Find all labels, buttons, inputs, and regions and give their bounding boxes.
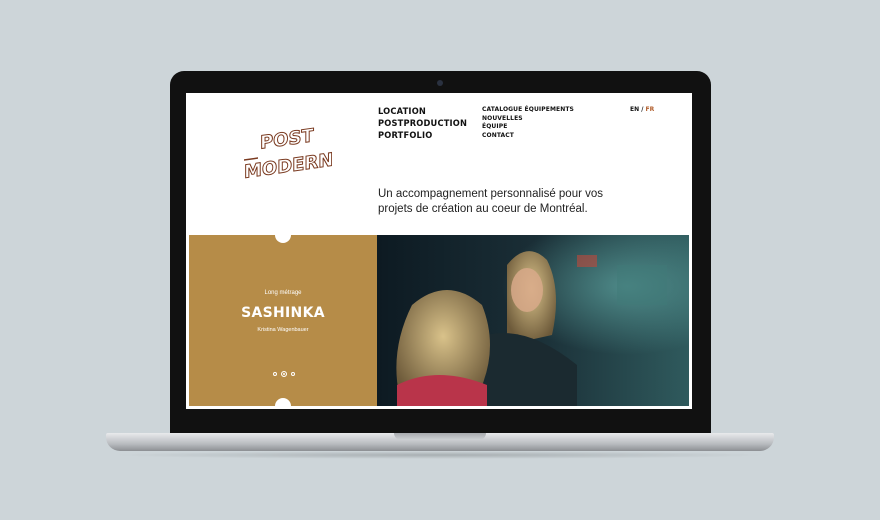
slider-pagination [273,371,295,377]
webcam [437,80,443,86]
logo-text-post: POST [260,125,314,154]
nav-portfolio[interactable]: PORTFOLIO [378,130,467,142]
secondary-nav: CATALOGUE ÉQUIPEMENTS NOUVELLES ÉQUIPE C… [482,106,574,140]
nav-contact[interactable]: CONTACT [482,132,574,141]
film-still-image[interactable] [377,235,689,406]
lang-separator: / [641,106,644,113]
film-director: Kristina Wagenbauer [257,327,309,333]
film-genre: Long métrage [264,290,302,296]
film-title[interactable]: SASHINKA [189,305,377,321]
nav-postproduction[interactable]: POSTPRODUCTION [378,118,467,130]
lang-en[interactable]: EN [630,106,639,113]
slider-dot-3[interactable] [291,372,295,376]
nav-location[interactable]: LOCATION [378,106,467,118]
nav-equipe[interactable]: ÉQUIPE [482,123,574,132]
nav-catalogue[interactable]: CATALOGUE ÉQUIPEMENTS [482,106,574,115]
slider-dot-1[interactable] [273,372,277,376]
laptop-base [106,433,774,451]
panel-notch-bottom [275,398,291,409]
language-switcher: EN / FR [630,106,654,113]
post-moderne-logo[interactable]: POST MODERNE [244,123,332,181]
slide-info-panel: Long métrage SASHINKA Kristina Wagenbaue… [189,227,377,409]
laptop-frame: POST MODERNE LOCATION POSTPRODUCTION POR… [170,71,711,437]
logo-text-moderne: MODERNE [244,148,332,181]
lang-fr[interactable]: FR [646,106,655,113]
tagline: Un accompagnement personnalisé pour vos … [378,188,604,215]
panel-notch-top [275,227,291,243]
nav-nouvelles[interactable]: NOUVELLES [482,115,574,124]
main-nav: LOCATION POSTPRODUCTION PORTFOLIO [378,106,475,142]
slider-dot-2[interactable] [281,371,287,377]
laptop-shadow [110,451,770,459]
laptop-base-notch [394,433,486,440]
website-screen: POST MODERNE LOCATION POSTPRODUCTION POR… [186,93,692,409]
